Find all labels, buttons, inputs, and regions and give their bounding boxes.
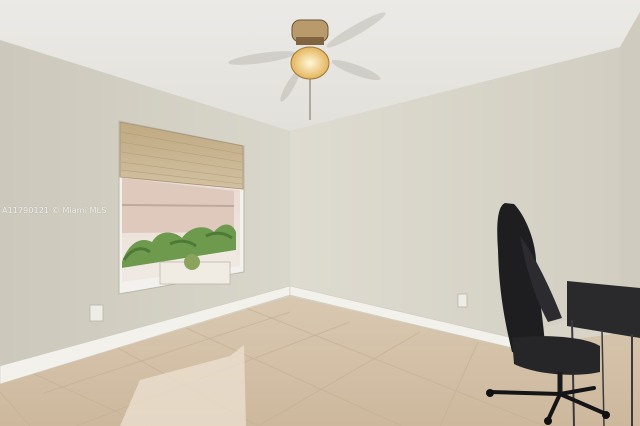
back-wall-outlet [457,293,468,308]
fan-light [290,46,330,80]
left-wall-outlet [89,304,104,322]
right-wall [620,12,640,300]
listing-watermark: A11790121 © Miami MLS [2,206,107,215]
room-photo: A11790121 © Miami MLS [0,0,640,426]
window [118,120,245,295]
plant [184,254,200,270]
